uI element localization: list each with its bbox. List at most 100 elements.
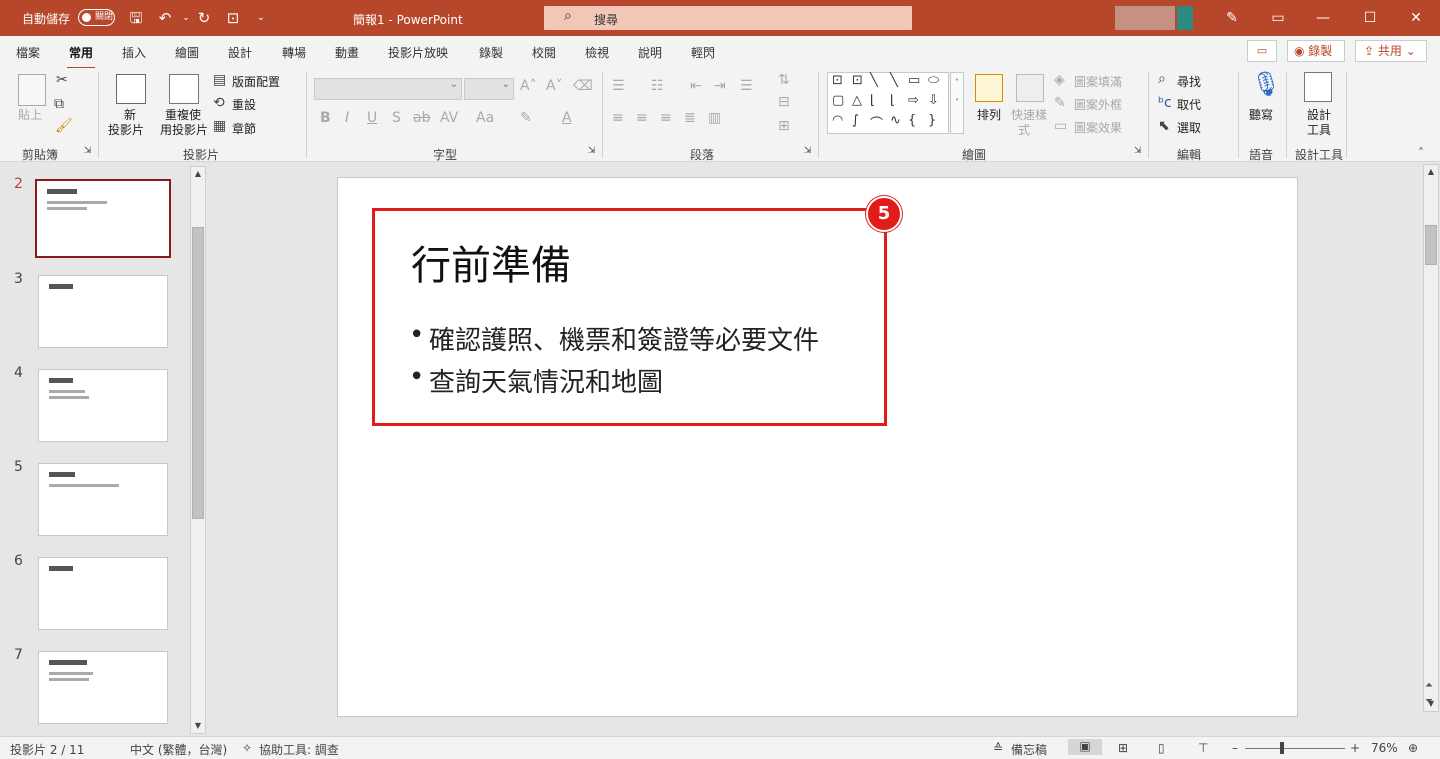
undo-icon[interactable]: ↶	[155, 8, 175, 28]
slide-sorter-icon[interactable]: ⊞	[1118, 741, 1128, 755]
designer-icon[interactable]	[1304, 72, 1332, 102]
undo-dropdown-icon[interactable]: ⌄	[176, 8, 196, 28]
clear-format-icon[interactable]: ⌫	[573, 78, 593, 94]
columns-icon[interactable]: ▥	[708, 110, 721, 126]
zoom-out-icon[interactable]: –	[1232, 741, 1238, 755]
zoom-level[interactable]: 76%	[1371, 741, 1398, 755]
find-button[interactable]: 尋找	[1177, 73, 1201, 90]
drawing-launcher-icon[interactable]: ⇲	[1134, 146, 1142, 156]
scroll-down-icon[interactable]: ▼	[191, 719, 205, 733]
scroll-up-icon[interactable]: ▲	[191, 167, 205, 181]
normal-view-icon[interactable]: ▣	[1068, 739, 1102, 755]
arrange-button[interactable]: 排列	[977, 106, 1001, 123]
increase-font-icon[interactable]: A˄	[520, 78, 537, 94]
format-painter-icon[interactable]: 🖌	[55, 118, 73, 134]
decrease-indent-icon[interactable]: ⇤	[690, 78, 702, 94]
tab-design[interactable]: 設計	[228, 44, 252, 61]
reading-view-icon[interactable]: ▯	[1158, 741, 1165, 755]
tab-record[interactable]: 錄製	[479, 44, 503, 61]
tab-view[interactable]: 檢視	[585, 44, 609, 61]
close-icon[interactable]: ✕	[1406, 8, 1426, 28]
new-slide-label-2[interactable]: 投影片	[108, 121, 144, 138]
quick-styles-label-2[interactable]: 式	[1018, 121, 1030, 138]
customize-qat-icon[interactable]: ⌄	[251, 8, 271, 28]
search-box[interactable]: ⌕ 搜尋	[544, 6, 912, 30]
arrange-icon[interactable]	[975, 74, 1003, 102]
zoom-slider[interactable]	[1245, 748, 1345, 749]
tab-insert[interactable]: 插入	[122, 44, 146, 61]
justify-icon[interactable]: ≣	[684, 110, 696, 126]
shape-effects-button[interactable]: 圖案效果	[1074, 119, 1122, 136]
align-center-icon[interactable]: ≡	[636, 110, 648, 126]
select-button[interactable]: 選取	[1177, 119, 1201, 136]
zoom-slider-knob[interactable]	[1280, 742, 1284, 754]
line-spacing-icon[interactable]: ☰	[740, 78, 753, 94]
present-icon[interactable]: ⊡	[223, 8, 243, 28]
italic-icon[interactable]: I	[345, 110, 349, 126]
new-slide-icon[interactable]	[116, 74, 146, 104]
shapes-gallery-scroll[interactable]: ˄ ˅	[950, 72, 964, 134]
editor-scrollbar[interactable]: ▲ ▼	[1423, 164, 1439, 712]
copy-icon[interactable]: ⧉	[54, 96, 64, 112]
smartart-icon[interactable]: ⊞	[778, 118, 790, 134]
layout-button[interactable]: 版面配置	[232, 73, 280, 90]
font-launcher-icon[interactable]: ⇲	[588, 146, 596, 156]
slide-thumbnail[interactable]	[35, 179, 171, 258]
previous-slide-icon[interactable]: ⏶	[1425, 680, 1433, 691]
tab-review[interactable]: 校閱	[532, 44, 556, 61]
share-button[interactable]: ⇪ 共用 ⌄	[1355, 40, 1427, 62]
slideshow-view-icon[interactable]: ⊤	[1198, 741, 1208, 755]
accessibility-status[interactable]: 協助工具: 調查	[259, 741, 339, 758]
paste-button[interactable]: 貼上	[18, 106, 42, 123]
redo-icon[interactable]: ↻	[194, 8, 214, 28]
font-color-icon[interactable]: A	[562, 110, 572, 126]
text-direction-icon[interactable]: ⇅	[778, 72, 790, 88]
bullets-icon[interactable]: ☰	[612, 78, 625, 94]
ribbon-display-icon[interactable]: ▭	[1268, 8, 1288, 28]
reset-button[interactable]: 重設	[232, 96, 256, 113]
font-size-select[interactable]	[464, 78, 514, 100]
tab-slideshow[interactable]: 投影片放映	[388, 44, 448, 61]
cut-icon[interactable]: ✂	[56, 72, 68, 88]
comments-button[interactable]: ▭	[1247, 40, 1277, 62]
notes-button[interactable]: 備忘稿	[1011, 741, 1047, 758]
char-spacing-icon[interactable]: AV	[440, 110, 458, 126]
scroll-up-icon[interactable]: ▲	[1424, 165, 1438, 179]
replace-button[interactable]: 取代	[1177, 96, 1201, 113]
tab-transitions[interactable]: 轉場	[282, 44, 306, 61]
underline-icon[interactable]: U	[367, 110, 377, 126]
paste-icon[interactable]	[18, 74, 46, 106]
tab-help[interactable]: 說明	[638, 44, 662, 61]
shapes-gallery[interactable]: ⊡ ⊡ ╲ ╲ ▭ ⬭ ▢ △ ⌊ ⌊ ⇨ ⇩ ◠ ∫ ⌒ ∿{}	[827, 72, 949, 134]
font-name-select[interactable]	[314, 78, 462, 100]
numbering-icon[interactable]: ☷	[651, 78, 664, 94]
save-icon[interactable]: 🖫	[126, 8, 146, 28]
scrollbar-thumb[interactable]	[1425, 225, 1437, 265]
language-indicator[interactable]: 中文 (繁體，台灣)	[130, 741, 227, 758]
tab-home[interactable]: 常用	[66, 44, 96, 70]
account-avatar[interactable]	[1115, 6, 1205, 30]
slide-thumbnail[interactable]	[38, 369, 168, 442]
highlight-icon[interactable]: ✎	[520, 110, 532, 126]
pen-icon[interactable]: ✎	[1222, 8, 1242, 28]
microphone-icon[interactable]: 🎙	[1251, 70, 1281, 98]
slide-thumbnail[interactable]	[38, 463, 168, 536]
reuse-slides-icon[interactable]	[169, 74, 199, 104]
reuse-slides-label-2[interactable]: 用投影片	[160, 121, 208, 138]
designer-label-2[interactable]: 工具	[1307, 121, 1331, 138]
increase-indent-icon[interactable]: ⇥	[714, 78, 726, 94]
next-slide-icon[interactable]: ⏷	[1425, 696, 1433, 707]
section-button[interactable]: 章節	[232, 120, 256, 137]
tab-file[interactable]: 檔案	[16, 44, 40, 61]
strikethrough-icon[interactable]: ab	[413, 110, 430, 126]
shadow-icon[interactable]: S	[392, 110, 401, 126]
align-text-icon[interactable]: ⊟	[778, 94, 790, 110]
thumbnails-scrollbar[interactable]: ▲ ▼	[190, 166, 206, 734]
tab-draw[interactable]: 繪圖	[175, 44, 199, 61]
bold-icon[interactable]: B	[320, 110, 331, 126]
slide-thumbnail[interactable]	[38, 275, 168, 348]
tab-flash[interactable]: 輕閃	[691, 44, 715, 61]
shape-fill-button[interactable]: 圖案填滿	[1074, 73, 1122, 90]
minimize-icon[interactable]: —	[1313, 8, 1333, 28]
decrease-font-icon[interactable]: A˅	[546, 78, 563, 94]
